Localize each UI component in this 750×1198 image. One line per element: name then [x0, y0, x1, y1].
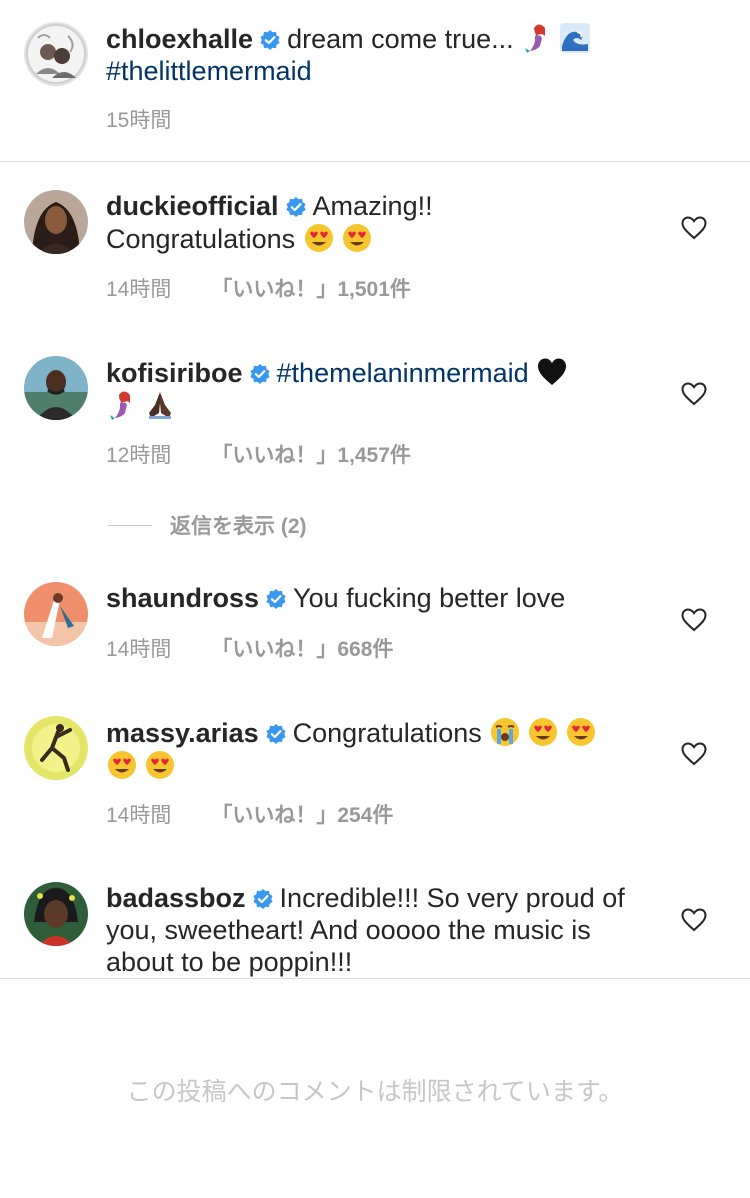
avatar-chloexhalle[interactable]	[24, 22, 88, 86]
comment-meta: 14時間 「いいね！」254件	[106, 799, 393, 829]
wave-emoji	[559, 22, 591, 54]
avatar-massy-arias[interactable]	[24, 716, 88, 780]
caption: chloexhalle dream come true... #thelittle…	[0, 0, 750, 162]
verified-badge-icon	[249, 363, 271, 385]
comment-meta: 12時間 「いいね！」1,457件	[106, 439, 411, 469]
comment-body: Amazing!!	[312, 191, 433, 221]
username-badassboz[interactable]: badassboz	[106, 883, 246, 913]
mermaid-emoji	[106, 389, 138, 421]
comment-text: duckieofficial Amazing!! Congratulations	[106, 190, 651, 255]
heart-eyes-emoji	[144, 749, 176, 781]
like-heart-icon[interactable]	[681, 382, 707, 406]
comments-restricted-notice: この投稿へのコメントは制限されています。	[126, 1078, 624, 1106]
divider	[0, 978, 750, 979]
comment-text: badassboz Incredible!!! So very proud of …	[106, 882, 646, 978]
verified-badge-icon	[285, 196, 307, 218]
likes-count[interactable]: 「いいね！」668件	[211, 638, 393, 661]
crying-emoji	[489, 716, 521, 748]
black-heart-emoji	[536, 356, 568, 388]
username-duckieofficial[interactable]: duckieofficial	[106, 191, 279, 221]
username-massy-arias[interactable]: massy.arias	[106, 718, 259, 748]
heart-eyes-emoji	[565, 716, 597, 748]
hashtag-link[interactable]: #thelittlemermaid	[106, 56, 312, 86]
caption-body: dream come true...	[287, 24, 514, 54]
heart-eyes-emoji	[106, 749, 138, 781]
likes-count[interactable]: 「いいね！」1,501件	[211, 278, 411, 301]
avatar-duckieofficial[interactable]	[24, 190, 88, 254]
verified-badge-icon	[252, 888, 274, 910]
username-shaundross[interactable]: shaundross	[106, 583, 259, 613]
comment-text: massy.arias Congratulations	[106, 716, 651, 782]
replies-line	[108, 524, 152, 526]
divider	[0, 161, 750, 162]
comment-body: You fucking better love	[293, 583, 566, 613]
heart-eyes-emoji	[303, 222, 335, 254]
heart-eyes-emoji	[341, 222, 373, 254]
view-replies-button[interactable]: 返信を表示 (2)	[108, 510, 307, 540]
username-chloexhalle[interactable]: chloexhalle	[106, 24, 253, 54]
avatar-kofisiriboe[interactable]	[24, 356, 88, 420]
likes-count[interactable]: 「いいね！」1,457件	[211, 444, 411, 467]
timestamp[interactable]: 14時間	[106, 278, 171, 301]
view-replies-label: 返信を表示 (2)	[170, 515, 307, 538]
like-heart-icon[interactable]	[681, 742, 707, 766]
mermaid-emoji	[521, 22, 553, 54]
comment-text: kofisiriboe #themelaninmermaid	[106, 356, 651, 422]
like-heart-icon[interactable]	[681, 216, 707, 240]
comment-body: Congratulations	[292, 718, 482, 748]
verified-badge-icon	[265, 723, 287, 745]
likes-count[interactable]: 「いいね！」254件	[211, 804, 393, 827]
timestamp[interactable]: 12時間	[106, 444, 171, 467]
caption-meta: 15時間	[106, 104, 171, 134]
verified-badge-icon	[265, 588, 287, 610]
comment-text: shaundross You fucking better love	[106, 582, 651, 614]
comment-meta: 14時間 「いいね！」1,501件	[106, 273, 411, 303]
caption-text: chloexhalle dream come true... #thelittle…	[106, 22, 651, 87]
heart-eyes-emoji	[527, 716, 559, 748]
avatar-shaundross[interactable]	[24, 582, 88, 646]
timestamp[interactable]: 14時間	[106, 638, 171, 661]
avatar-badassboz[interactable]	[24, 882, 88, 946]
timestamp[interactable]: 14時間	[106, 804, 171, 827]
folded-hands-emoji	[144, 389, 176, 421]
like-heart-icon[interactable]	[681, 908, 707, 932]
username-kofisiriboe[interactable]: kofisiriboe	[106, 358, 243, 388]
timestamp[interactable]: 15時間	[106, 109, 171, 132]
comment-meta: 14時間 「いいね！」668件	[106, 633, 393, 663]
like-heart-icon[interactable]	[681, 608, 707, 632]
hashtag-link[interactable]: #themelaninmermaid	[277, 358, 529, 388]
comment-body-line2: Congratulations	[106, 224, 296, 254]
verified-badge-icon	[259, 29, 281, 51]
